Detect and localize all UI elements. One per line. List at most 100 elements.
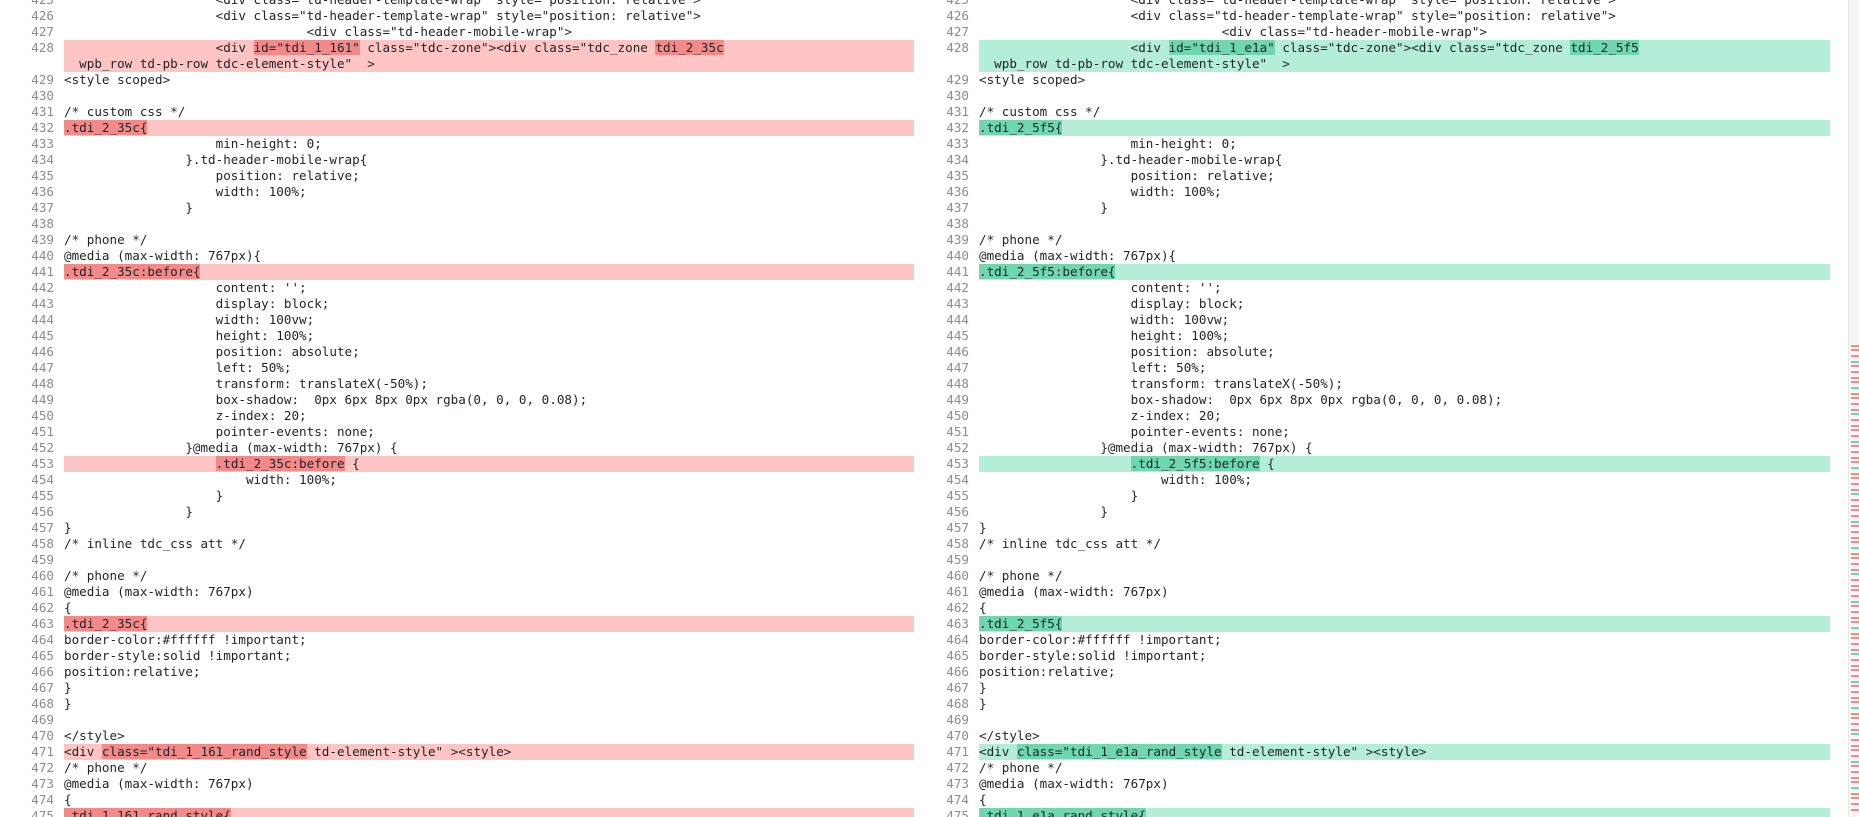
left-diff-pane[interactable]: 425 <div class="td-header-template-wrap"… xyxy=(0,0,914,817)
changed-token-highlight: .tdi_2_35c:before{ xyxy=(64,264,201,279)
code-text: width: 100%; xyxy=(979,184,1222,199)
right-code-line: 468} xyxy=(915,696,1830,712)
line-number: 437 xyxy=(946,200,969,215)
change-marker xyxy=(1851,627,1859,629)
left-code-line: 456 } xyxy=(0,504,914,520)
line-number: 446 xyxy=(31,344,54,359)
right-code-line: 430 xyxy=(915,88,1830,104)
line-number: 471 xyxy=(946,744,969,759)
change-marker xyxy=(1851,717,1859,719)
right-code-line: 433 min-height: 0; xyxy=(915,136,1830,152)
line-number: 467 xyxy=(946,680,969,695)
right-code-line: 463 .tdi_2_5f5{ xyxy=(915,616,1830,632)
right-code-line: 452 }@media (max-width: 767px) { xyxy=(915,440,1830,456)
left-code-line: 466 position:relative; xyxy=(0,664,914,680)
left-code-line: 469 xyxy=(0,712,914,728)
added-code-text: <div id="tdi_1_e1a" class="tdc-zone"><di… xyxy=(979,40,1830,72)
right-code-line: 441 .tdi_2_5f5:before{ xyxy=(915,264,1830,280)
line-number: 471 xyxy=(31,744,54,759)
left-code-line: 434 }.td-header-mobile-wrap{ xyxy=(0,152,914,168)
right-code-line: 448 transform: translateX(-50%); xyxy=(915,376,1830,392)
right-code-line: 438 xyxy=(915,216,1830,232)
left-code-line: 443 display: block; xyxy=(0,296,914,312)
left-code-line: 444 width: 100vw; xyxy=(0,312,914,328)
right-code-line: 462 { xyxy=(915,600,1830,616)
code-text: } xyxy=(64,200,193,215)
line-number: 441 xyxy=(946,264,969,279)
change-marker xyxy=(1851,601,1859,603)
changed-token-highlight: tdi_2_5f5 xyxy=(1570,40,1639,55)
changed-token-highlight: id="tdi_1_e1a" xyxy=(1168,40,1275,55)
change-marker xyxy=(1851,793,1859,795)
code-text: } xyxy=(64,488,224,503)
change-marker xyxy=(1851,349,1859,351)
left-code-line: 452 }@media (max-width: 767px) { xyxy=(0,440,914,456)
right-code-line: 437 } xyxy=(915,200,1830,216)
code-text: z-index: 20; xyxy=(979,408,1222,423)
code-text: width: 100%; xyxy=(64,472,337,487)
line-number: 460 xyxy=(946,568,969,583)
right-code-line: 457} xyxy=(915,520,1830,536)
change-marker xyxy=(1851,509,1859,511)
left-code-line: 425 <div class="td-header-template-wrap"… xyxy=(0,0,914,8)
change-marker xyxy=(1851,723,1859,725)
right-code-line: 428 <div id="tdi_1_e1a" class="tdc-zone"… xyxy=(915,40,1830,72)
right-code-line: 445 height: 100%; xyxy=(915,328,1830,344)
code-segment: wpb_row td-pb-row tdc-element-style" > xyxy=(79,56,375,71)
line-number: 449 xyxy=(946,392,969,407)
line-number: 438 xyxy=(946,216,969,231)
line-number: 456 xyxy=(946,504,969,519)
deleted-code-text: .tdi_1_161_rand_style{ xyxy=(64,808,914,817)
change-marker xyxy=(1851,675,1859,677)
change-marker xyxy=(1851,669,1859,671)
change-marker xyxy=(1851,685,1859,687)
change-marker xyxy=(1851,755,1859,757)
code-text: content: ''; xyxy=(64,280,307,295)
change-marker xyxy=(1851,701,1859,703)
right-code-line: 436 width: 100%; xyxy=(915,184,1830,200)
code-text: } xyxy=(979,520,987,535)
left-code-line: 461 @media (max-width: 767px) xyxy=(0,584,914,600)
right-diff-pane[interactable]: 425 <div class="td-header-template-wrap"… xyxy=(915,0,1830,817)
left-code-line: 449 box-shadow: 0px 6px 8px 0px rgba(0, … xyxy=(0,392,914,408)
change-marker xyxy=(1851,477,1859,479)
left-code-line: 464 border-color:#ffffff !important; xyxy=(0,632,914,648)
change-marker xyxy=(1851,691,1859,693)
change-marker xyxy=(1851,771,1859,773)
code-segment: class="tdc-zone"><div class="tdc_zone xyxy=(1274,40,1571,55)
code-text: } xyxy=(979,696,987,711)
change-marker xyxy=(1851,345,1859,347)
change-marker xyxy=(1851,483,1859,485)
line-number: 441 xyxy=(31,264,54,279)
line-number: 429 xyxy=(31,72,54,87)
code-text: /* phone */ xyxy=(64,760,148,775)
line-number: 472 xyxy=(31,760,54,775)
code-text: /* inline tdc_css att */ xyxy=(64,536,246,551)
line-number: 469 xyxy=(946,712,969,727)
code-text: height: 100%; xyxy=(979,328,1230,343)
right-code-line: 442 content: ''; xyxy=(915,280,1830,296)
line-number: 463 xyxy=(946,616,969,631)
line-number: 444 xyxy=(31,312,54,327)
code-text: }.td-header-mobile-wrap{ xyxy=(979,152,1283,167)
change-marker xyxy=(1851,643,1859,645)
line-number: 463 xyxy=(31,616,54,631)
change-marker xyxy=(1851,355,1859,357)
code-text: </style> xyxy=(64,728,125,743)
change-marker xyxy=(1851,419,1859,421)
line-number: 446 xyxy=(946,344,969,359)
code-text: /* phone */ xyxy=(979,760,1063,775)
right-code-line: 469 xyxy=(915,712,1830,728)
right-code-line: 460 /* phone */ xyxy=(915,568,1830,584)
line-number: 433 xyxy=(946,136,969,151)
change-marker xyxy=(1851,499,1859,501)
change-marker xyxy=(1851,569,1859,571)
diff-overview-scrollbar[interactable] xyxy=(1848,0,1859,817)
right-code-line: 434 }.td-header-mobile-wrap{ xyxy=(915,152,1830,168)
code-segment: class="tdc-zone"><div class="tdc_zone xyxy=(359,40,656,55)
code-text: z-index: 20; xyxy=(64,408,307,423)
line-number: 455 xyxy=(946,488,969,503)
code-text: <div class="td-header-template-wrap" sty… xyxy=(64,0,914,8)
change-marker xyxy=(1851,797,1859,799)
added-code-text: .tdi_2_5f5:before { xyxy=(979,456,1830,472)
